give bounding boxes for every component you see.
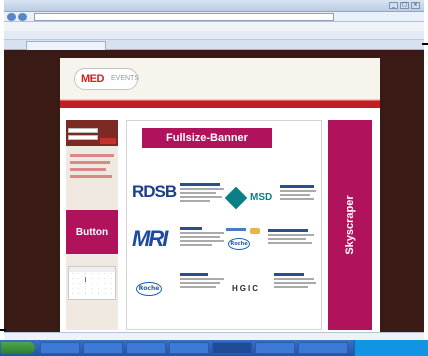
- calendar-day[interactable]: ·: [105, 292, 106, 297]
- browser-title-bar: _ □ ×: [4, 0, 424, 12]
- partner-logo: MSD: [250, 192, 273, 203]
- taskbar-item[interactable]: [126, 342, 166, 354]
- fullsize-banner-placeholder[interactable]: Fullsize-Banner: [142, 128, 272, 148]
- menu-bar: [4, 22, 424, 31]
- partner-logo: Roche: [136, 282, 162, 296]
- skyscraper-label: Skyscraper: [344, 195, 356, 255]
- partner-entry[interactable]: Roche: [130, 270, 230, 310]
- password-field[interactable]: [68, 135, 98, 140]
- sidebar-link[interactable]: [70, 161, 110, 164]
- calendar-day[interactable]: ·: [98, 292, 99, 297]
- logo-secondary: EVENTS: [111, 75, 140, 82]
- site-header: MED EVENTS: [60, 58, 380, 100]
- url-input[interactable]: [34, 13, 334, 21]
- logo-primary: MED: [81, 73, 104, 85]
- partner-logo: HGIC: [232, 284, 260, 293]
- calendar-day[interactable]: ·: [111, 292, 112, 297]
- username-field[interactable]: [68, 128, 98, 133]
- forward-button[interactable]: [18, 13, 27, 21]
- address-bar: [4, 12, 424, 22]
- site-logo[interactable]: MED EVENTS: [74, 68, 140, 90]
- partner-entry[interactable]: RDSB: [130, 180, 230, 218]
- sidebar-link[interactable]: [70, 154, 114, 157]
- taskbar-item[interactable]: [298, 342, 348, 354]
- edge-marker: [422, 43, 428, 45]
- partner-badge-icon: [250, 228, 260, 234]
- close-button[interactable]: ×: [411, 2, 420, 9]
- maximize-button[interactable]: □: [400, 2, 409, 9]
- partner-description: [180, 272, 228, 290]
- taskbar-item[interactable]: [40, 342, 80, 354]
- system-tray[interactable]: [354, 340, 428, 356]
- partner-description: [280, 184, 318, 202]
- login-box: [66, 120, 118, 146]
- browser-window: _ □ × MED EVENTS Button · · · · · · · · …: [4, 0, 424, 340]
- partner-wordmark-icon: [226, 228, 246, 231]
- back-button[interactable]: [7, 13, 16, 21]
- links-toolbar: [4, 31, 424, 40]
- partner-entry[interactable]: Roche: [224, 224, 320, 264]
- window-controls: _ □ ×: [389, 2, 420, 9]
- skyscraper-placeholder[interactable]: Skyscraper: [328, 120, 372, 330]
- sidebar-link[interactable]: [70, 175, 112, 178]
- web-page: MED EVENTS Button · · · · · · · · · · · …: [60, 58, 380, 340]
- taskbar-item[interactable]: [169, 342, 209, 354]
- button-ad-placeholder[interactable]: Button: [66, 210, 118, 254]
- tab-bar: [4, 40, 424, 50]
- partner-entry[interactable]: MSD: [224, 180, 320, 218]
- browser-status-bar: [4, 332, 424, 340]
- partner-logo: Roche: [228, 238, 250, 250]
- calendar-row: · · · · · · ·: [69, 292, 115, 297]
- calendar-day[interactable]: ·: [72, 292, 73, 297]
- calendar-widget: · · · · · · · · · · · · · · · · · · · · · · · · · · · · · · · · · · ·: [68, 266, 116, 300]
- taskbar-item-active[interactable]: [212, 342, 252, 354]
- calendar-day[interactable]: ·: [85, 292, 86, 297]
- edge-marker: [0, 329, 6, 331]
- msd-logo-icon: [224, 186, 248, 210]
- partner-logo: MRI: [132, 226, 168, 251]
- taskbar: [0, 340, 428, 356]
- taskbar-item[interactable]: [83, 342, 123, 354]
- login-button[interactable]: [100, 138, 116, 144]
- partner-description: [180, 226, 228, 248]
- partner-description: [274, 272, 318, 290]
- partner-entry[interactable]: HGIC: [224, 270, 320, 310]
- browser-tab[interactable]: [26, 41, 106, 50]
- left-sidebar: Button · · · · · · · · · · · · · · · · · · · · · · · · · · · · ·…: [66, 120, 118, 330]
- sidebar-link[interactable]: [70, 168, 106, 171]
- partner-logo: RDSB: [132, 182, 177, 201]
- partner-entry[interactable]: MRI: [130, 224, 230, 264]
- partner-description: [268, 228, 318, 246]
- partner-description: [180, 182, 228, 204]
- calendar-day[interactable]: ·: [78, 292, 79, 297]
- red-navigation-bar: [60, 100, 380, 108]
- taskbar-item[interactable]: [255, 342, 295, 354]
- minimize-button[interactable]: _: [389, 2, 398, 9]
- calendar-day[interactable]: ·: [91, 292, 92, 297]
- start-button[interactable]: [1, 342, 35, 354]
